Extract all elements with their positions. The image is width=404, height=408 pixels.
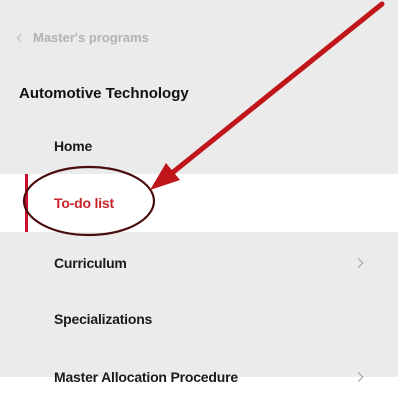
nav-item-label: Home: [54, 138, 93, 154]
nav-item-home[interactable]: Home: [0, 118, 398, 174]
back-link[interactable]: Master's programs: [16, 30, 149, 45]
active-indicator: [25, 174, 28, 232]
chevron-right-icon: [353, 258, 364, 268]
nav-item-label: Specializations: [54, 311, 153, 327]
nav-item-label: To-do list: [54, 195, 114, 211]
nav-item-curriculum[interactable]: Curriculum: [0, 235, 398, 291]
chevron-right-icon: [353, 372, 364, 382]
section-title: Automotive Technology: [19, 85, 189, 102]
back-link-label: Master's programs: [33, 30, 149, 45]
nav-item-label: Curriculum: [54, 255, 127, 271]
nav-item-master-allocation[interactable]: Master Allocation Procedure: [0, 349, 398, 405]
nav-item-specializations[interactable]: Specializations: [0, 291, 398, 347]
chevron-left-icon: [16, 33, 26, 43]
nav-item-todo-list[interactable]: To-do list: [0, 174, 404, 232]
nav-item-label: Master Allocation Procedure: [54, 369, 238, 385]
